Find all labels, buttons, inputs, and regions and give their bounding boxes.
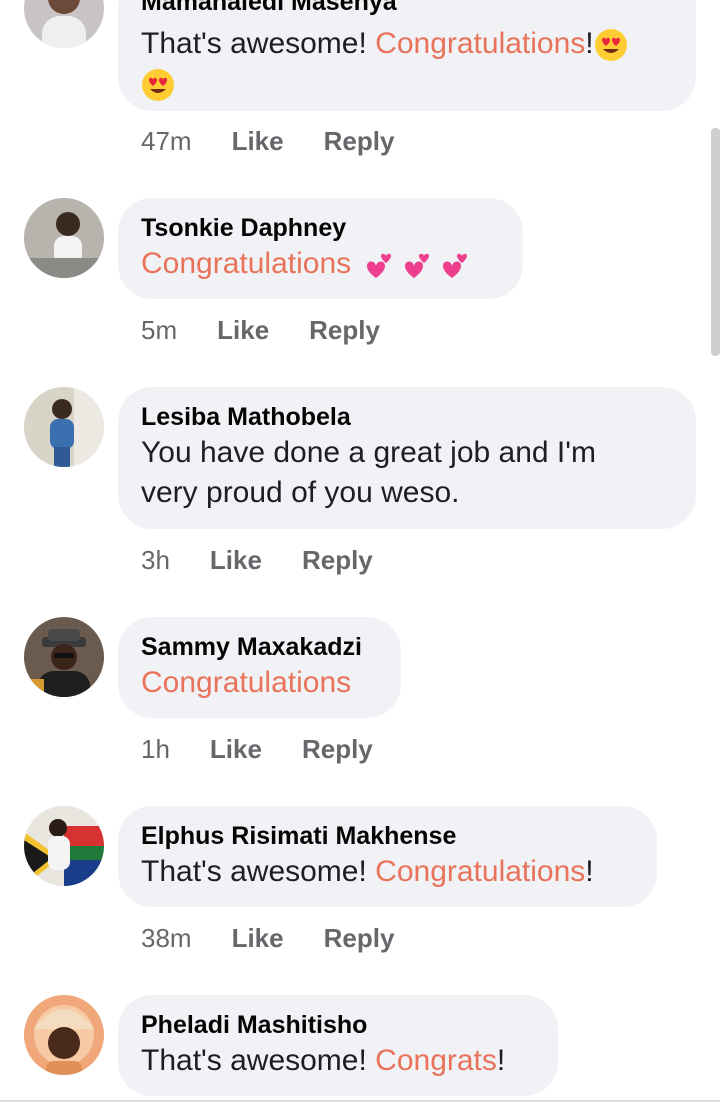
- comment-text-end: !: [496, 1044, 506, 1077]
- heart-eyes-emoji: [142, 69, 174, 102]
- comment-actions: 3h Like Reply: [141, 543, 413, 577]
- comment-text: You have done a great job and I'm: [141, 436, 596, 469]
- two-hearts-emoji: [367, 253, 392, 279]
- highlight-word[interactable]: Congrats: [375, 1044, 497, 1077]
- comment-text: Congratulations: [141, 244, 499, 284]
- highlight-word[interactable]: Congratulations: [375, 855, 585, 888]
- two-hearts-emoji: [443, 253, 468, 279]
- commenter-name[interactable]: Lesiba Mathobela: [141, 401, 672, 433]
- highlight-word[interactable]: Congratulations: [141, 663, 377, 703]
- comment-text-plain: That's awesome!: [141, 27, 376, 60]
- commenter-name[interactable]: Mamahaledi Masenya: [141, 0, 672, 18]
- avatar[interactable]: [24, 617, 104, 697]
- comment-actions: 38m Like Reply: [141, 921, 434, 955]
- avatar[interactable]: [24, 995, 104, 1075]
- avatar[interactable]: [24, 387, 104, 467]
- comment-text-end: !: [585, 855, 594, 888]
- commenter-name[interactable]: Pheladi Mashitisho: [141, 1009, 534, 1041]
- comment-bubble[interactable]: Elphus Risimati Makhense That's awesome!…: [118, 806, 657, 907]
- comment-actions: 5m Like Reply: [141, 313, 420, 347]
- comment-text-line2: very proud of you weso.: [141, 476, 460, 509]
- scrollbar[interactable]: [711, 128, 720, 356]
- highlight-word[interactable]: Congratulations: [375, 27, 585, 60]
- comment-text: That's awesome! Congratulations!: [141, 24, 672, 64]
- timestamp: 3h: [141, 545, 170, 575]
- like-button[interactable]: Like: [210, 543, 262, 577]
- comment-bubble[interactable]: Lesiba Mathobela You have done a great j…: [118, 387, 696, 529]
- like-button[interactable]: Like: [232, 124, 284, 158]
- timestamp: 47m: [141, 126, 192, 156]
- avatar[interactable]: [24, 0, 104, 48]
- comment-bubble[interactable]: Mamahaledi Masenya That's awesome! Congr…: [118, 0, 696, 111]
- comment-text-end: !: [585, 27, 594, 60]
- two-hearts-emoji: [405, 253, 430, 279]
- commenter-name[interactable]: Elphus Risimati Makhense: [141, 820, 633, 852]
- heart-eyes-emoji: [594, 29, 627, 62]
- comment-actions: 47m Like Reply: [141, 124, 434, 158]
- commenter-name[interactable]: Sammy Maxakadzi: [141, 631, 377, 663]
- avatar[interactable]: [24, 198, 104, 278]
- comment-text: That's awesome! Congrats!: [141, 1041, 534, 1081]
- like-button[interactable]: Like: [217, 313, 269, 347]
- reply-button[interactable]: Reply: [324, 124, 395, 158]
- comment-bubble[interactable]: Sammy Maxakadzi Congratulations: [118, 617, 401, 718]
- comment-text-plain: That's awesome!: [141, 855, 376, 888]
- reply-button[interactable]: Reply: [302, 543, 373, 577]
- comment-text-line2: [141, 64, 672, 104]
- divider: [0, 1100, 720, 1102]
- reply-button[interactable]: Reply: [302, 732, 373, 766]
- reply-button[interactable]: Reply: [324, 921, 395, 955]
- comment-bubble[interactable]: Tsonkie Daphney Congratulations: [118, 198, 523, 299]
- timestamp: 38m: [141, 923, 192, 953]
- comment-text: That's awesome! Congratulations!: [141, 852, 633, 892]
- comment-bubble[interactable]: Pheladi Mashitisho That's awesome! Congr…: [118, 995, 558, 1096]
- avatar[interactable]: [24, 806, 104, 886]
- commenter-name[interactable]: Tsonkie Daphney: [141, 212, 499, 244]
- comment-actions: 1h Like Reply: [141, 732, 413, 766]
- like-button[interactable]: Like: [210, 732, 262, 766]
- timestamp: 5m: [141, 315, 178, 345]
- reply-button[interactable]: Reply: [309, 313, 380, 347]
- highlight-word[interactable]: Congratulations: [141, 247, 351, 280]
- timestamp: 1h: [141, 734, 170, 764]
- like-button[interactable]: Like: [232, 921, 284, 955]
- comment-text-plain: That's awesome!: [141, 1044, 376, 1077]
